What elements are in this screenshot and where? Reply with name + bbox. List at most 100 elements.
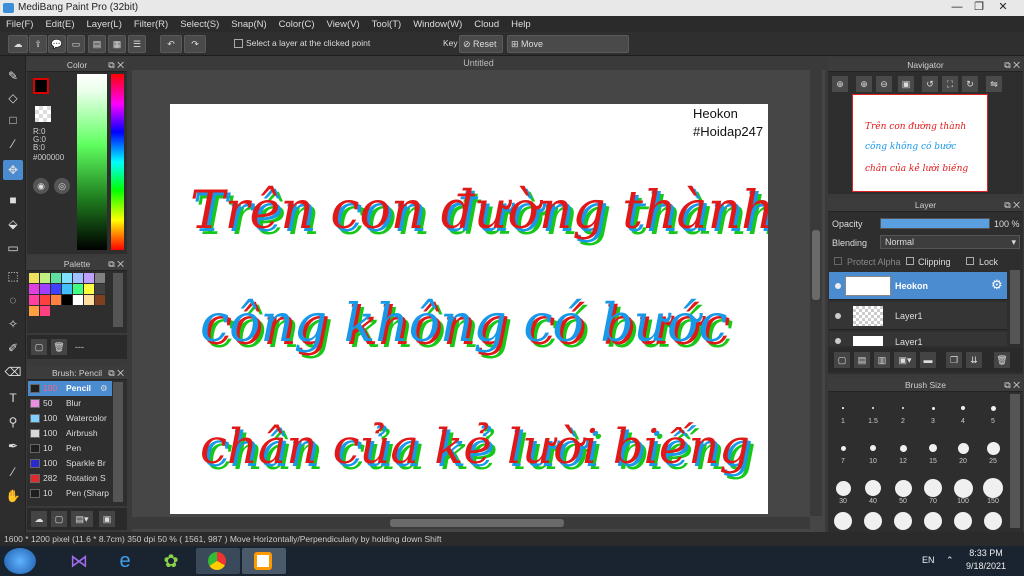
brush-settings-icon[interactable]: ▣	[99, 511, 115, 527]
close-icon[interactable]: ⧉ ✕	[1004, 58, 1020, 72]
brush-size-dot[interactable]	[842, 407, 844, 409]
palette-swatch[interactable]	[95, 284, 105, 294]
brush-item[interactable]: 282 Rotation S	[28, 471, 112, 486]
brush-size-dot[interactable]	[835, 480, 851, 496]
brush-scrollbar[interactable]	[113, 382, 123, 502]
language-indicator[interactable]: EN	[922, 555, 935, 565]
palette-swatch[interactable]	[29, 284, 39, 294]
hand-tool-icon[interactable]: ✋	[3, 486, 23, 506]
brush-item[interactable]: 100 Watercolor	[28, 411, 112, 426]
brush-size-dot[interactable]	[864, 512, 882, 530]
palette-swatch[interactable]	[51, 295, 61, 305]
brush-size-dot[interactable]	[924, 479, 942, 497]
fill-rect-tool-icon[interactable]: ■	[3, 190, 23, 210]
brush-size-dot[interactable]	[986, 441, 1000, 455]
clipping-checkbox[interactable]	[906, 257, 914, 265]
reset-button[interactable]: ⊘ Reset	[459, 35, 503, 53]
menu-window[interactable]: Window(W)	[407, 19, 468, 30]
brush-size-dot[interactable]	[954, 512, 972, 530]
palette-swatch[interactable]	[29, 295, 39, 305]
menu-cloud[interactable]: Cloud	[468, 19, 505, 30]
brush-size-dot[interactable]	[870, 445, 876, 451]
new-palette-icon[interactable]: ▢	[31, 339, 47, 355]
trash-icon[interactable]: 🗑	[51, 339, 67, 355]
share-icon[interactable]: ⇪	[29, 35, 47, 53]
brush-size-scrollbar[interactable]	[1010, 394, 1020, 528]
palette-swatch[interactable]	[62, 284, 72, 294]
select-layer-checkbox[interactable]	[234, 39, 243, 48]
cloud-brush-icon[interactable]: ☁	[31, 511, 47, 527]
visibility-icon[interactable]	[835, 313, 841, 319]
document-icon[interactable]: ▤	[88, 35, 106, 53]
vertical-scrollbar[interactable]	[810, 70, 822, 516]
new-8bit-layer-icon[interactable]: ▥	[874, 352, 890, 368]
brush-item[interactable]: 10 Pen	[28, 441, 112, 456]
layer-menu-icon[interactable]: ▣▾	[894, 352, 916, 368]
palette-swatch[interactable]	[40, 306, 50, 316]
brush-item[interactable]: 100 Airbrush	[28, 426, 112, 441]
palette-swatch[interactable]	[73, 295, 83, 305]
internet-explorer-icon[interactable]: e	[108, 548, 142, 574]
gear-icon[interactable]: ⚙	[100, 381, 108, 396]
color-mixer-icon[interactable]: ◎	[54, 178, 70, 194]
menu-edit[interactable]: Edit(E)	[39, 19, 80, 30]
menu-view[interactable]: View(V)	[321, 19, 366, 30]
palette-swatch[interactable]	[84, 284, 94, 294]
menu-file[interactable]: File(F)	[0, 19, 39, 30]
maximize-button[interactable]: ❐	[968, 0, 990, 16]
visual-studio-icon[interactable]: ⋈	[62, 548, 96, 574]
menu-snap[interactable]: Snap(N)	[225, 19, 272, 30]
brush-size-dot[interactable]	[931, 406, 935, 410]
hue-slider[interactable]	[111, 74, 124, 250]
undo-icon[interactable]: ↶	[160, 35, 182, 53]
brush-size-dot[interactable]	[865, 480, 881, 496]
brush-size-dot[interactable]	[929, 444, 937, 452]
close-icon[interactable]: ⧉ ✕	[1004, 378, 1020, 392]
visibility-icon[interactable]	[835, 338, 841, 344]
brush-size-dot[interactable]	[894, 512, 912, 530]
brush-size-dot[interactable]	[924, 512, 942, 530]
layer-row-layer1-b[interactable]: Layer1	[829, 332, 1007, 346]
brush-item[interactable]: 100 Sparkle Br	[28, 456, 112, 471]
close-icon[interactable]: ⧉ ✕	[1004, 198, 1020, 212]
brush-size-dot[interactable]	[953, 478, 973, 498]
fit-window-icon[interactable]: ⛶	[942, 76, 958, 92]
list-icon[interactable]: ☰	[128, 35, 146, 53]
brush-size-dot[interactable]	[899, 444, 907, 452]
chrome-taskbar-button[interactable]	[196, 548, 240, 574]
bucket-tool-icon[interactable]: ⬙	[3, 214, 23, 234]
palette-swatch[interactable]	[62, 273, 72, 283]
lock-checkbox[interactable]	[966, 257, 974, 265]
brush-size-dot[interactable]	[834, 512, 852, 530]
clock[interactable]: 8:33 PM 9/18/2021	[966, 548, 1006, 571]
brush-size-dot[interactable]	[983, 478, 1003, 498]
menu-filter[interactable]: Filter(R)	[128, 19, 174, 30]
move-hv-button[interactable]: ⊞ Move horizontally/vertically	[507, 35, 629, 65]
drawing-canvas[interactable]: Heokon #Hoidap247 Trên con đường thành T…	[170, 104, 768, 514]
grid-icon[interactable]: ▦	[108, 35, 126, 53]
merge-down-icon[interactable]: ⇊	[966, 352, 982, 368]
medibang-taskbar-button[interactable]	[242, 548, 286, 574]
duplicate-layer-icon[interactable]: ❐	[946, 352, 962, 368]
close-icon[interactable]: ⧉ ✕	[108, 58, 124, 72]
palette-swatches[interactable]	[29, 273, 109, 319]
minimize-button[interactable]: —	[946, 0, 968, 16]
menu-tool[interactable]: Tool(T)	[366, 19, 408, 30]
brush-size-dot[interactable]	[990, 405, 996, 411]
brush-item[interactable]: 10 Pen (Sharp	[28, 486, 112, 501]
new-halftone-layer-icon[interactable]: ▤	[854, 352, 870, 368]
shape-tool-icon[interactable]: □	[3, 110, 23, 130]
coccoc-icon[interactable]: ✿	[154, 548, 188, 574]
brush-size-dot[interactable]	[901, 406, 905, 410]
eraser-tool-icon[interactable]: ◇	[3, 88, 23, 108]
trash-icon[interactable]: 🗑	[994, 352, 1010, 368]
close-icon[interactable]: ⧉ ✕	[108, 257, 124, 271]
brush-size-dot[interactable]	[872, 407, 874, 409]
palette-swatch[interactable]	[51, 284, 61, 294]
palette-swatch[interactable]	[73, 284, 83, 294]
palette-swatch[interactable]	[95, 295, 105, 305]
cloud-icon[interactable]: ☁	[8, 35, 28, 53]
rotate-left-icon[interactable]: ↺	[922, 76, 938, 92]
navigator-preview[interactable]: Trên con đường thành công không có bước …	[852, 94, 988, 192]
horizontal-scroll-thumb[interactable]	[390, 519, 564, 527]
